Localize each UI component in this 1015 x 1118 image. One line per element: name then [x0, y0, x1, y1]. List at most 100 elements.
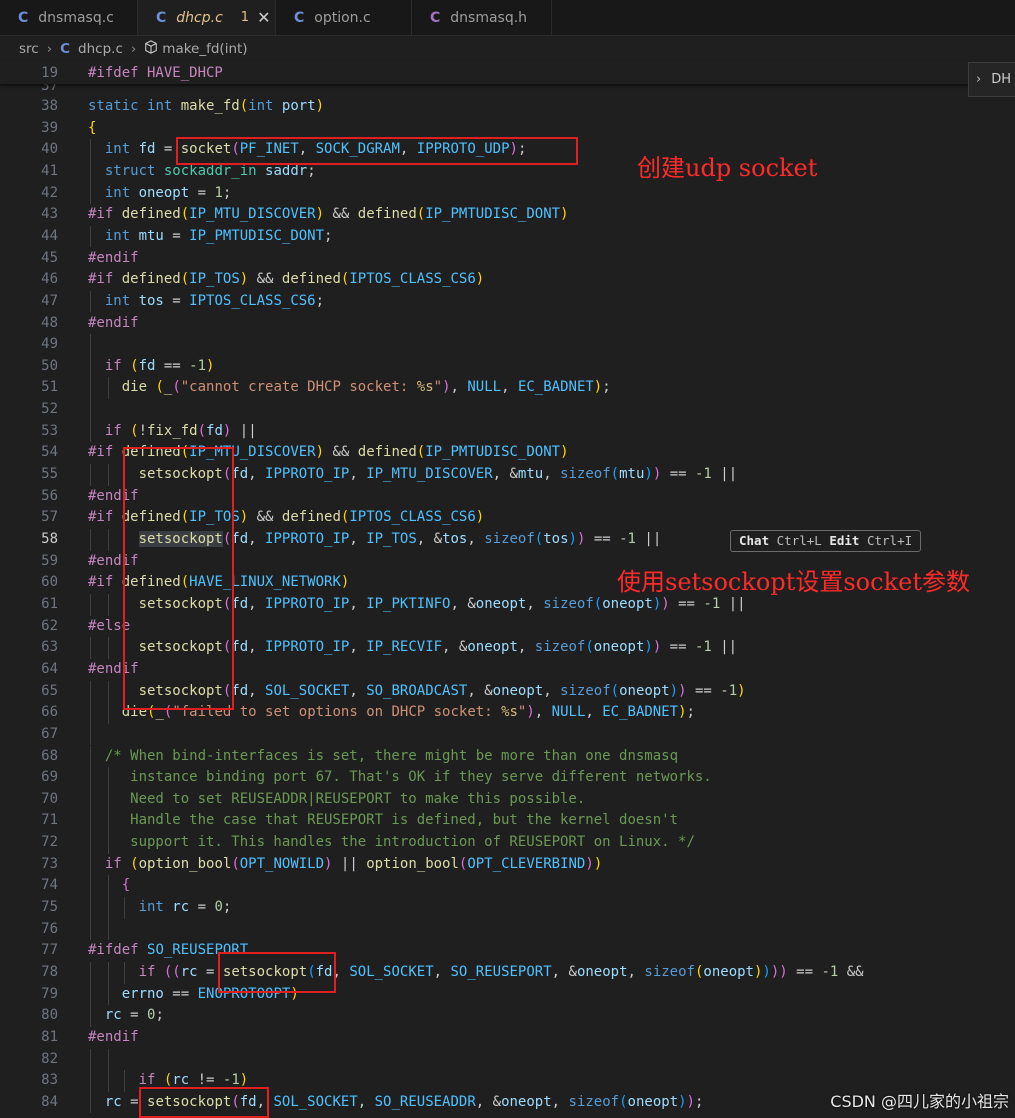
line-number: 76	[41, 920, 58, 937]
inline-chat-hint[interactable]: Chat Ctrl+L Edit Ctrl+I	[730, 530, 922, 552]
edit-shortcut: Ctrl+I	[866, 533, 913, 548]
code-line: 71 Handle the case that REUSEPORT is def…	[0, 810, 1015, 833]
tab-dnsmasq-c[interactable]: C dnsmasq.c	[0, 0, 138, 35]
indent-guide	[108, 918, 109, 941]
code-text: #endif	[88, 1028, 139, 1045]
breadcrumb-symbol[interactable]: make_fd(int)	[162, 41, 247, 57]
code-line: 67	[0, 723, 1015, 746]
code-line: 72 support it. This handles the introduc…	[0, 832, 1015, 854]
indent-guide	[90, 918, 91, 941]
sticky-scroll-header[interactable]: 19 #ifdef HAVE_DHCP	[0, 62, 1015, 84]
indent-guide	[90, 399, 91, 421]
line-number: 40	[41, 141, 58, 158]
code-line: 45 #endif	[0, 248, 1015, 270]
code-text: int mtu = IP_PMTUDISC_DONT;	[104, 227, 333, 244]
code-text: die (_("cannot create DHCP socket: %s"),…	[121, 379, 611, 396]
chevron-right-icon: ›	[976, 72, 982, 87]
code-text: Need to set REUSEADDR|REUSEPORT to make …	[88, 790, 586, 807]
line-number: 74	[41, 877, 58, 894]
code-line: 51 die (_("cannot create DHCP socket: %s…	[0, 377, 1015, 400]
chat-shortcut: Ctrl+L	[776, 533, 822, 548]
code-text: {	[88, 119, 97, 136]
line-number: 63	[41, 639, 58, 656]
line-number: 75	[41, 899, 58, 916]
line-number: 82	[41, 1050, 58, 1067]
indent-guide	[90, 334, 91, 356]
code-line: 43 #if defined(IP_MTU_DISCOVER) && define…	[0, 204, 1015, 226]
code-line: 82	[0, 1048, 1015, 1071]
code-line: 78 if ((rc = setsockopt(fd, SOL_SOCKET, …	[0, 962, 1015, 984]
line-number: 83	[41, 1072, 58, 1089]
code-line: 79 errno == ENOPROTOOPT)	[0, 983, 1015, 1006]
line-number: 60	[41, 574, 58, 591]
line-number: 38	[41, 98, 58, 114]
annotation-box-socket	[176, 137, 578, 165]
tab-dhcp-c[interactable]: C dhcp.c 1 ✕	[138, 0, 276, 35]
line-number: 56	[41, 487, 58, 504]
code-line: 48 #endif	[0, 313, 1015, 335]
code-line: 39 {	[0, 118, 1015, 140]
line-number: 80	[41, 1007, 58, 1024]
code-line: 50 if (fd == -1)	[0, 355, 1015, 378]
code-line: 69 instance binding port 67. That's OK i…	[0, 767, 1015, 789]
line-number: 66	[41, 704, 58, 721]
annotation-box-setsockopt-group	[123, 447, 234, 710]
line-number: 42	[41, 184, 58, 201]
code-line: 42 int oneopt = 1;	[0, 182, 1015, 205]
code-text: #if defined(IP_TOS) && defined(IPTOS_CLA…	[88, 271, 485, 288]
c-file-icon: C	[60, 41, 71, 57]
code-text: #if defined(IP_MTU_DISCOVER) && defined(…	[88, 206, 569, 223]
code-text: Handle the case that REUSEPORT is define…	[88, 812, 679, 829]
indent-guide	[90, 723, 91, 746]
code-text: {	[121, 877, 131, 894]
line-number: 50	[41, 357, 58, 374]
line-number: 61	[41, 595, 58, 612]
code-line: 47 int tos = IPTOS_CLASS_CS6;	[0, 290, 1015, 313]
tab-option-c[interactable]: C option.c	[276, 0, 412, 35]
code-text: instance binding port 67. That's OK if t…	[88, 769, 712, 786]
line-number: 47	[41, 292, 58, 309]
code-text: if ((rc = setsockopt(fd, SOL_SOCKET, SO_…	[138, 964, 864, 980]
code-text: #endif	[88, 249, 139, 266]
code-line: 77 #ifdef SO_REUSEPORT	[0, 940, 1015, 962]
line-number: 39	[41, 119, 58, 136]
line-number: 59	[41, 552, 58, 569]
code-text: rc = 0;	[104, 1007, 164, 1024]
line-number: 71	[41, 812, 58, 829]
indent-guide	[108, 1048, 109, 1071]
line-number: 73	[41, 855, 58, 872]
line-number: 45	[41, 249, 58, 266]
code-text: int rc = 0;	[138, 899, 232, 916]
code-line: 53 if (!fix_fd(fd) ||	[0, 420, 1015, 443]
close-icon[interactable]: ✕	[257, 8, 270, 27]
code-line: 75 int rc = 0;	[0, 897, 1015, 919]
tab-dnsmasq-h[interactable]: C dnsmasq.h	[412, 0, 552, 35]
indent-guide	[90, 1048, 91, 1071]
chevron-right-icon: ›	[46, 41, 53, 57]
line-number: 51	[41, 379, 58, 396]
code-line: 44 int mtu = IP_PMTUDISC_DONT;	[0, 225, 1015, 248]
line-number: 72	[41, 834, 58, 851]
line-number: 69	[41, 769, 58, 786]
annotation-create-socket: 创建udp socket	[637, 154, 818, 182]
line-number: 68	[41, 747, 58, 764]
edit-label: Edit	[829, 533, 860, 548]
chat-label: Chat	[739, 533, 770, 548]
line-number: 65	[41, 682, 58, 699]
code-text: if (fd == -1)	[104, 357, 215, 374]
code-text: int tos = IPTOS_CLASS_CS6;	[104, 292, 325, 309]
breadcrumb: src › C dhcp.c › make_fd(int)	[0, 36, 1015, 62]
breadcrumb-file[interactable]: dhcp.c	[78, 41, 123, 57]
breadcrumb-folder[interactable]: src	[19, 41, 39, 57]
code-line: 74 {	[0, 875, 1015, 897]
line-number: 62	[41, 617, 58, 634]
c-file-icon: C	[156, 9, 167, 26]
code-text: /* When bind-interfaces is set, there mi…	[104, 747, 679, 764]
line-number: 49	[41, 336, 58, 353]
side-panel-toggle[interactable]: › DH	[968, 62, 1015, 97]
line-number: 41	[41, 162, 58, 179]
code-line: 80 rc = 0;	[0, 1005, 1015, 1027]
line-number: 78	[41, 964, 58, 980]
line-number: 46	[41, 271, 58, 288]
line-number: 81	[41, 1028, 58, 1045]
